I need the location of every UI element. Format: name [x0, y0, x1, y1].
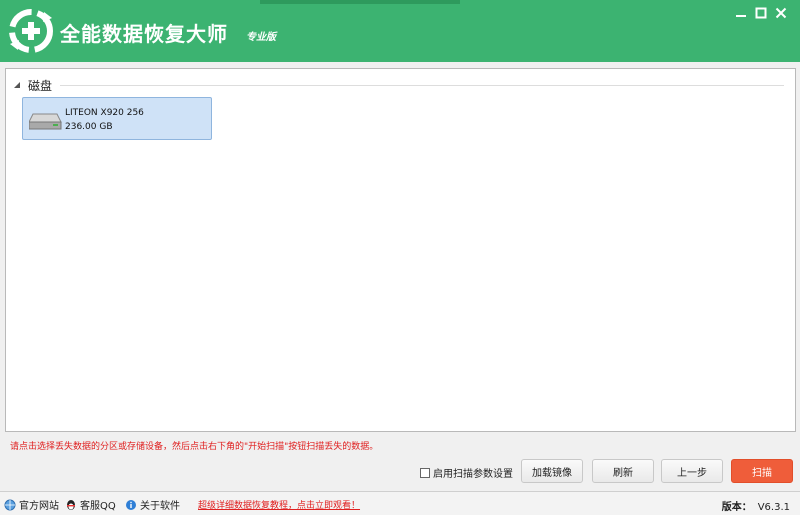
disk-item[interactable]: LITEON X920 256 236.00 GB [22, 97, 212, 140]
official-website-link[interactable]: 官方网站 [4, 497, 59, 512]
version-label: 版本： [721, 502, 752, 513]
disk-group-header[interactable]: 磁盘 [14, 77, 784, 93]
scan-settings-label: 启用扫描参数设置 [433, 469, 513, 480]
title-bar-notch [260, 0, 460, 4]
title-bar: 全能数据恢复大师 专业版 [0, 0, 800, 62]
version-value: V6.3.1 [757, 502, 790, 513]
back-button[interactable]: 上一步 [661, 459, 723, 483]
scan-button[interactable]: 扫描 [731, 459, 793, 483]
info-icon [126, 499, 136, 510]
status-bar: 官方网站 客服QQ 关于软件 超级详细数据恢复教程，点击立即观看！ 版本： V6.… [0, 491, 800, 515]
about-software-link[interactable]: 关于软件 [125, 497, 180, 512]
hard-drive-icon [29, 113, 62, 130]
scan-settings-checkbox[interactable] [420, 467, 430, 478]
disk-size: 236.00 GB [65, 122, 113, 132]
minimize-icon [736, 15, 746, 17]
disk-list-panel: 磁盘 LITEON X920 256 236.00 GB [5, 68, 796, 432]
app-edition-badge: 专业版 [246, 32, 276, 43]
about-software-label: 关于软件 [140, 501, 180, 512]
load-image-button[interactable]: 加载镜像 [521, 459, 583, 483]
maximize-icon [755, 7, 767, 19]
support-qq-label: 客服QQ [80, 501, 116, 512]
close-icon [775, 7, 787, 19]
close-button[interactable] [772, 4, 790, 22]
tutorial-promo-link[interactable]: 超级详细数据恢复教程，点击立即观看！ [198, 498, 360, 511]
app-title: 全能数据恢复大师 [60, 22, 228, 46]
scan-settings-toggle[interactable]: 启用扫描参数设置 [420, 465, 513, 480]
globe-icon [4, 499, 16, 510]
refresh-button[interactable]: 刷新 [592, 459, 654, 483]
disk-group-label: 磁盘 [28, 78, 53, 93]
version-info: 版本： V6.3.1 [722, 498, 790, 513]
collapse-triangle-icon[interactable] [14, 82, 20, 88]
instruction-hint: 请点击选择丢失数据的分区或存储设备，然后点击右下角的"开始扫描"按钮扫描丢失的数… [10, 442, 379, 452]
qq-penguin-icon [67, 499, 75, 510]
official-website-label: 官方网站 [19, 501, 59, 512]
group-divider [60, 84, 784, 86]
recycle-arrows-plus-icon [9, 9, 53, 53]
support-qq-link[interactable]: 客服QQ [65, 497, 116, 512]
disk-name: LITEON X920 256 [65, 108, 144, 118]
minimize-button[interactable] [732, 4, 750, 22]
maximize-button[interactable] [752, 4, 770, 22]
